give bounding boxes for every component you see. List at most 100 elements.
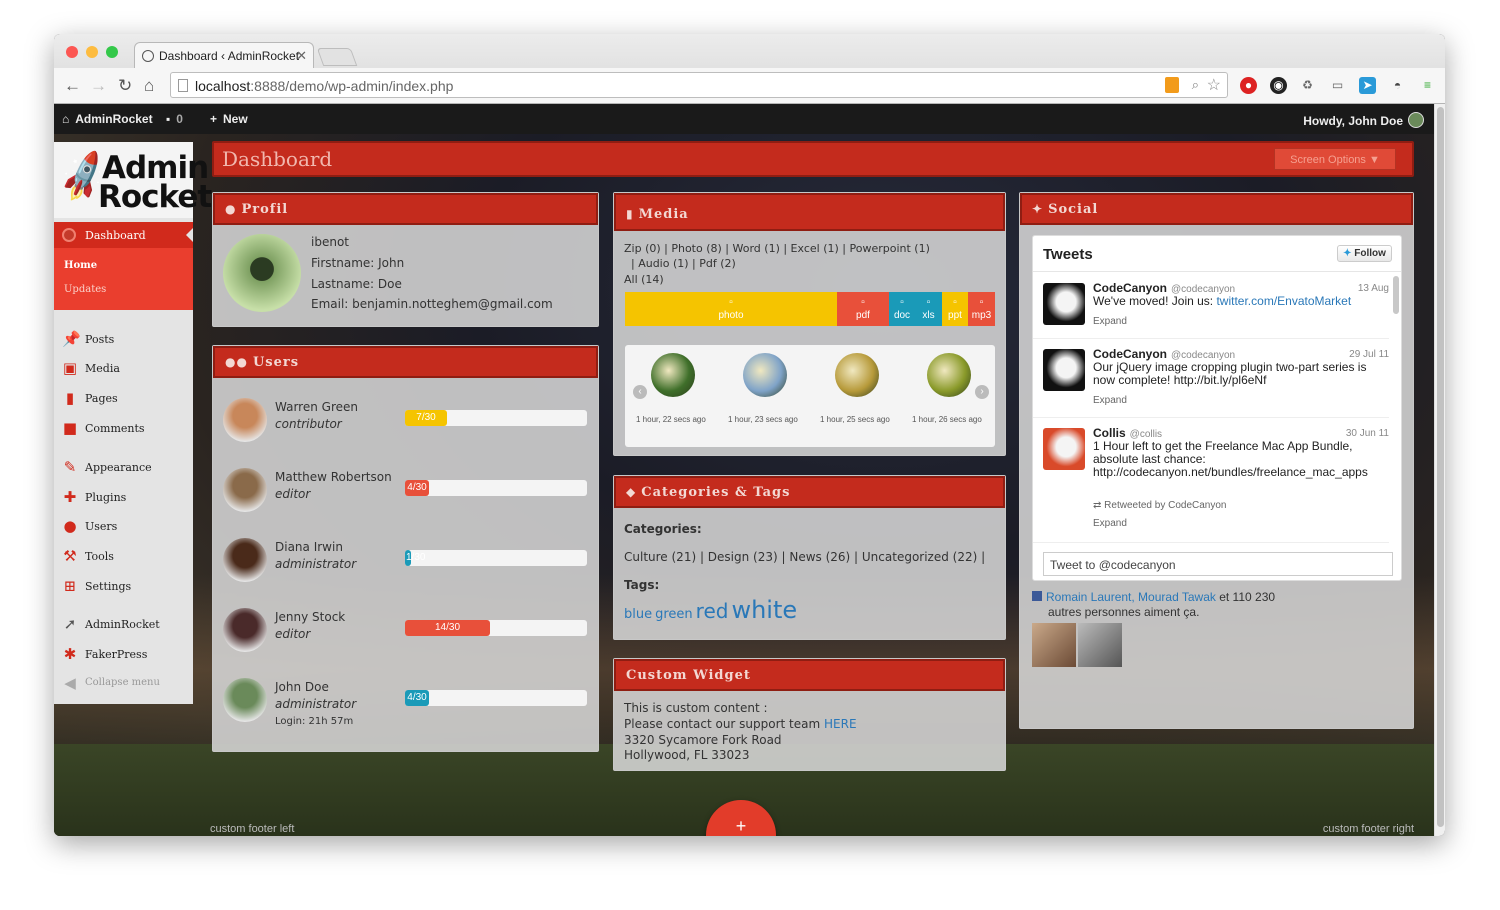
custom-widget-header[interactable]: Custom Widget	[614, 659, 1005, 691]
tweet-expand-link[interactable]: Expand	[1093, 316, 1127, 327]
media-type-photo[interactable]: ▫ photo	[625, 292, 837, 326]
home-icon[interactable]: ⌂	[144, 76, 154, 96]
media-type-pdf[interactable]: ▫ pdf	[837, 292, 889, 326]
close-window-button[interactable]	[66, 46, 78, 58]
admin-bar-account[interactable]: Howdy, John Doe	[1303, 112, 1424, 128]
rss-icon[interactable]	[1165, 77, 1179, 93]
sidebar-item-comments[interactable]: ■ Comments	[54, 417, 193, 443]
tweet[interactable]: CodeCanyon @codecanyon 13 Aug We've moved! …	[1033, 273, 1389, 339]
sidebar-item-users[interactable]: ● Users	[54, 515, 193, 541]
tweet-date[interactable]: 13 Aug	[1358, 283, 1389, 294]
sidebar-item-plugins[interactable]: ✚ Plugins	[54, 486, 193, 512]
media-thumbnail[interactable]	[835, 353, 879, 397]
sidebar-item-dashboard[interactable]: Dashboard	[54, 222, 193, 248]
sidebar-item-appearance[interactable]: ✎ Appearance	[54, 456, 193, 482]
submenu-updates[interactable]: Updates	[64, 284, 106, 295]
tweet-author[interactable]: CodeCanyon @codecanyon	[1093, 347, 1235, 361]
sidebar-item-label: AdminRocket	[85, 618, 160, 631]
fb-friend-avatar[interactable]	[1032, 623, 1076, 667]
categories-list[interactable]: Culture (21) | Design (23) | News (26) |…	[624, 550, 985, 564]
tweet-author[interactable]: CodeCanyon @codecanyon	[1093, 281, 1235, 295]
media-type-xls[interactable]: ▫ xls	[915, 292, 942, 326]
color-picker-icon[interactable]: ◉	[1270, 77, 1287, 94]
reload-icon[interactable]: ↻	[118, 76, 132, 96]
sidebar-item-fakerpress[interactable]: ✱ FakerPress	[54, 643, 193, 669]
tweet-date[interactable]: 29 Jul 11	[1349, 349, 1389, 360]
zoom-icon[interactable]: ⌕	[1192, 77, 1199, 93]
cast-icon[interactable]: ▭	[1329, 77, 1346, 94]
media-filters[interactable]: Zip (0) | Photo (8) | Word (1) | Excel (…	[624, 242, 930, 255]
media-thumbnail[interactable]	[651, 353, 695, 397]
tweets-scrollbar[interactable]	[1393, 276, 1399, 314]
media-type-mp3[interactable]: ▫ mp3	[968, 292, 995, 326]
collapse-menu-button[interactable]: ◀ Collapse menu	[54, 672, 193, 698]
fb-friend-avatar[interactable]	[1078, 623, 1122, 667]
media-type-doc[interactable]: ▫ doc	[889, 292, 915, 326]
forward-icon[interactable]: →	[90, 76, 107, 96]
tweet-author[interactable]: Collis @collis	[1093, 426, 1162, 440]
tweet[interactable]: CodeCanyon @codecanyon 29 Jul 11 Our jQuery…	[1033, 339, 1389, 418]
browser-tab[interactable]: Dashboard ‹ AdminRocket ✕	[134, 42, 314, 68]
user-name[interactable]: John Doe	[275, 680, 329, 694]
fb-names[interactable]: Romain Laurent, Mourad Tawak	[1046, 590, 1216, 604]
close-tab-icon[interactable]: ✕	[296, 48, 307, 64]
minimize-window-button[interactable]	[86, 46, 98, 58]
users-header[interactable]: ●● Users	[213, 346, 598, 378]
page-scrollbar[interactable]	[1434, 104, 1445, 836]
user-name[interactable]: Matthew Robertson	[275, 470, 392, 484]
tag-link[interactable]: green	[655, 607, 693, 622]
media-filter-all[interactable]: All (14)	[624, 273, 664, 286]
media-filters-2[interactable]: | Audio (1) | Pdf (2)	[631, 257, 736, 270]
tweet-date[interactable]: 30 Jun 11	[1346, 428, 1389, 439]
carousel-prev-icon[interactable]: ‹	[633, 385, 647, 399]
follow-button[interactable]: ✦ Follow	[1337, 245, 1392, 262]
bookmark-star-icon[interactable]: ☆	[1207, 75, 1221, 95]
carousel-next-icon[interactable]: ›	[975, 385, 989, 399]
sidebar-item-posts[interactable]: 📌 Posts	[54, 328, 193, 354]
tweet-avatar[interactable]	[1043, 283, 1085, 325]
scrollbar-thumb[interactable]	[1437, 107, 1444, 827]
tag-link[interactable]: blue	[624, 607, 652, 622]
user-name[interactable]: Jenny Stock	[275, 610, 345, 624]
sidebar-item-settings[interactable]: ⊞ Settings	[54, 575, 193, 601]
submenu-home[interactable]: Home	[64, 260, 97, 271]
new-tab-button[interactable]	[316, 48, 358, 66]
tag-link[interactable]: red	[696, 599, 729, 623]
incognito-icon[interactable]: ◓	[1389, 77, 1406, 94]
sidebar-item-pages[interactable]: ▮ Pages	[54, 387, 193, 413]
file-icon: ▮	[626, 207, 634, 221]
sidebar-item-adminrocket[interactable]: ➚ AdminRocket	[54, 613, 193, 639]
maximize-window-button[interactable]	[106, 46, 118, 58]
menu-icon[interactable]: ≡	[1419, 77, 1436, 94]
admin-bar-comments[interactable]: ▪ 0	[166, 112, 183, 126]
user-name[interactable]: Diana Irwin	[275, 540, 343, 554]
back-icon[interactable]: ←	[64, 76, 81, 96]
tweet-input[interactable]: Tweet to @codecanyon	[1043, 552, 1393, 576]
social-header[interactable]: ✦ Social	[1020, 193, 1413, 225]
media-thumbnail[interactable]	[743, 353, 787, 397]
media-thumbnail[interactable]	[927, 353, 971, 397]
categories-header[interactable]: ◆ Categories & Tags	[614, 476, 1005, 508]
admin-bar-new[interactable]: + New	[210, 112, 248, 126]
url-input[interactable]: localhost:8888/demo/wp-admin/index.php ☆…	[170, 72, 1228, 98]
media-type-ppt[interactable]: ▫ ppt	[942, 292, 968, 326]
fakerpress-icon: ✱	[63, 645, 77, 663]
screen-options-button[interactable]: Screen Options ▼	[1274, 148, 1396, 170]
support-link[interactable]: HERE	[824, 717, 857, 731]
profil-header[interactable]: ● Profil	[213, 193, 598, 225]
adblock-icon[interactable]: ●	[1240, 77, 1257, 94]
recycle-icon[interactable]: ♻	[1299, 77, 1316, 94]
sidebar-item-media[interactable]: ▣ Media	[54, 357, 193, 383]
admin-bar-site[interactable]: ⌂ AdminRocket	[62, 112, 153, 126]
tweet-expand-link[interactable]: Expand	[1093, 395, 1127, 406]
tweet-avatar[interactable]	[1043, 428, 1085, 470]
sidebar-item-tools[interactable]: ⚒ Tools	[54, 545, 193, 571]
tweet[interactable]: Collis @collis 30 Jun 11 1 Hour left to get…	[1033, 418, 1389, 543]
tweet-avatar[interactable]	[1043, 349, 1085, 391]
tweet-link[interactable]: twitter.com/EnvatoMarket	[1216, 294, 1351, 308]
tag-link[interactable]: white	[731, 596, 797, 624]
twitter-ext-icon[interactable]: ➤	[1359, 77, 1376, 94]
media-header[interactable]: ▮ Media	[614, 193, 1005, 231]
tweet-expand-link[interactable]: Expand	[1093, 518, 1127, 529]
user-name[interactable]: Warren Green	[275, 400, 358, 414]
